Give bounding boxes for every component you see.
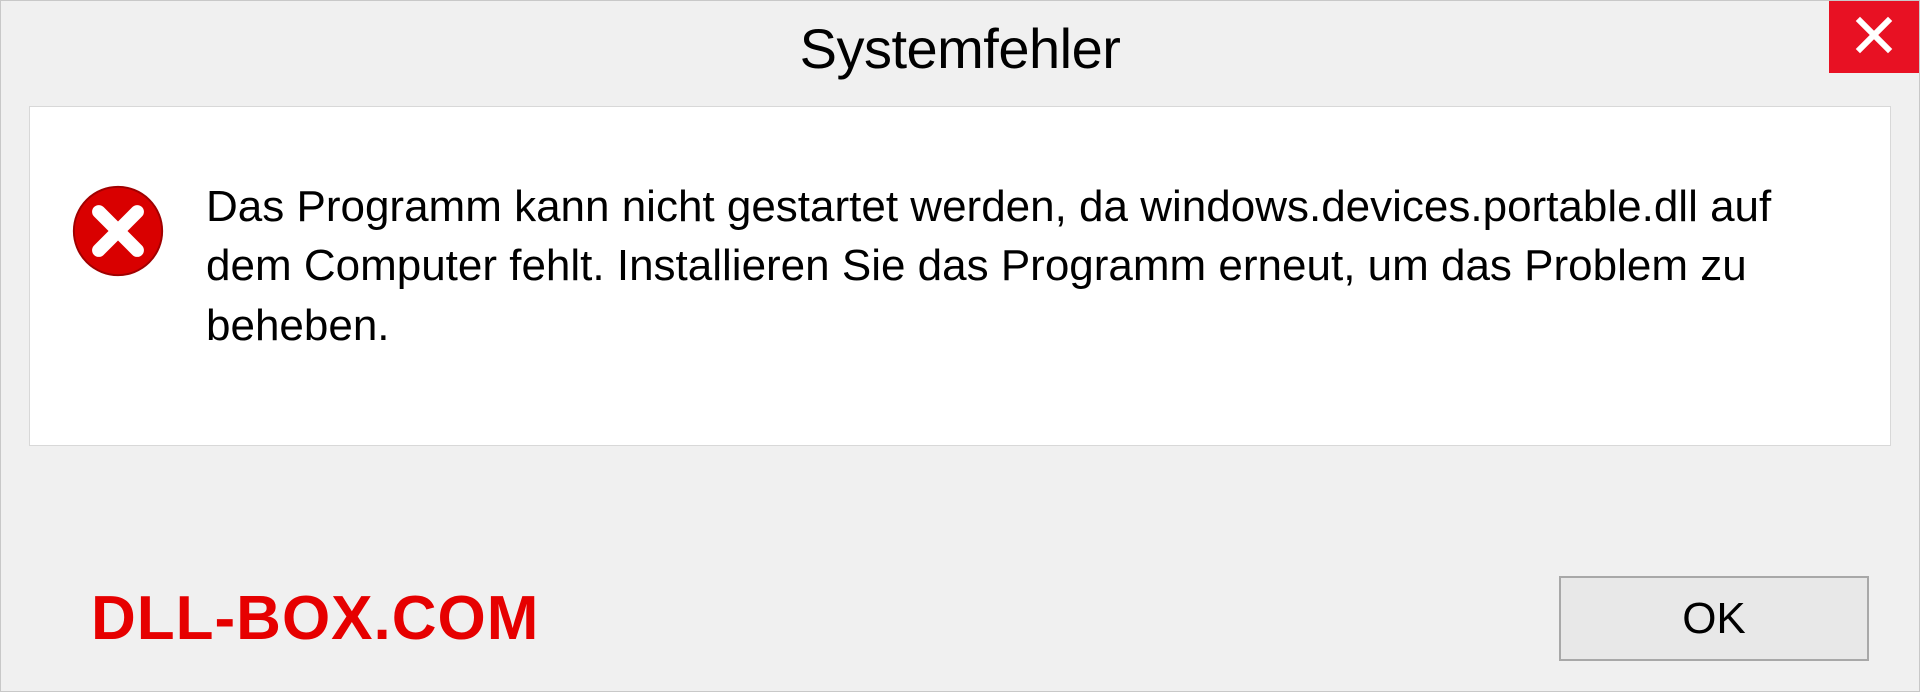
error-icon <box>70 183 166 279</box>
footer: DLL-BOX.COM OK <box>1 546 1919 691</box>
ok-button[interactable]: OK <box>1559 576 1869 661</box>
watermark-text: DLL-BOX.COM <box>91 583 539 654</box>
close-icon <box>1854 15 1894 60</box>
titlebar: Systemfehler <box>1 1 1919 96</box>
dialog-title: Systemfehler <box>800 16 1121 81</box>
content-panel: Das Programm kann nicht gestartet werden… <box>29 106 1891 446</box>
error-message: Das Programm kann nicht gestartet werden… <box>206 177 1840 355</box>
close-button[interactable] <box>1829 1 1919 73</box>
error-dialog: Systemfehler Das Programm kann nicht ges… <box>0 0 1920 692</box>
